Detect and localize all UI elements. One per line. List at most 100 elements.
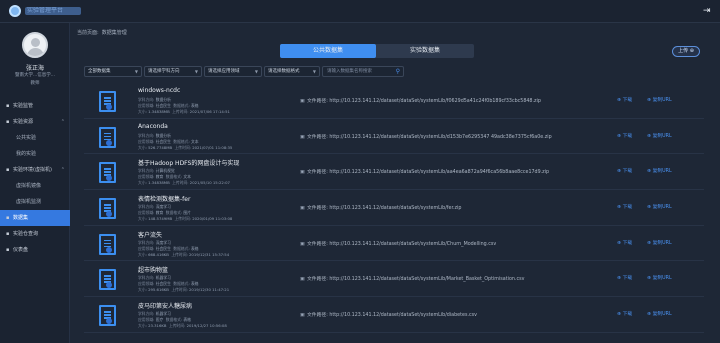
sidebar-item-3[interactable]: 我的实验	[0, 146, 70, 162]
dataset-path: ▣ 文件路径: http://10.123.141.12/dataset/data…	[300, 313, 477, 319]
image-icon: ▣	[300, 99, 305, 104]
dataset-file-icon	[96, 303, 120, 327]
database-icon: ▪	[6, 215, 10, 221]
domain-select[interactable]: 请选择应用领域 ▼	[204, 66, 262, 77]
sidebar-item-label: 我的实验	[16, 151, 37, 157]
dataset-path: ▣ 文件路径: http://10.123.141.12/dataset/data…	[300, 99, 541, 104]
dataset-path: ▣ 文件路径: http://10.123.141.12/dataset/data…	[300, 134, 552, 140]
download-button[interactable]: ⊕ 下载	[617, 274, 632, 281]
dataset-title[interactable]: 超市购物篮	[138, 265, 168, 274]
chevron-up-icon: ⌃	[60, 167, 65, 173]
copy-url-button[interactable]: ⊕ 复制URL	[647, 239, 672, 246]
dataset-title[interactable]: windows-ncdc	[138, 87, 180, 94]
download-button[interactable]: ⊕ 下载	[617, 203, 632, 210]
dataset-path: ▣ 文件路径: http://10.123.141.12/dataset/data…	[300, 277, 525, 283]
domain-select-label: 请选择应用领域	[208, 69, 240, 74]
sidebar-item-8[interactable]: ▪ 实验仓查询	[0, 226, 70, 242]
dataset-size-time: 大小: 1.34838MB 上传时间: 2021/07/06 17:14:51	[138, 109, 230, 114]
image-icon: ▣	[300, 241, 305, 247]
search-icon[interactable]: ⚲	[396, 67, 400, 76]
copy-icon: ⊕	[647, 312, 652, 318]
download-button[interactable]: ⊕ 下载	[617, 239, 632, 246]
sidebar-item-2[interactable]: 公共实验	[0, 130, 70, 146]
copy-url-button[interactable]: ⊕ 复制URL	[647, 310, 672, 317]
search-icon: ▪	[6, 231, 10, 237]
image-icon: ▣	[300, 206, 305, 212]
copy-icon: ⊕	[647, 205, 652, 211]
copy-url-button[interactable]: ⊕ 复制URL	[647, 274, 672, 281]
user-role: 教师	[30, 81, 40, 86]
chevron-up-icon: ⌃	[60, 119, 65, 125]
sidebar-item-5[interactable]: 虚拟机镜像	[0, 178, 70, 194]
avatar[interactable]	[22, 32, 48, 58]
copy-icon: ⊕	[647, 276, 652, 282]
sidebar-item-7[interactable]: ▪ 数据集	[0, 210, 70, 226]
format-select-label: 请选择数据格式	[268, 69, 300, 74]
image-icon: ▣	[300, 313, 305, 319]
sidebar-item-4[interactable]: ▪ 实验环境(虚拟机) ⌃	[0, 162, 70, 178]
dataset-size-time: 大小: 668.416KB 上传时间: 2019/12/31 15:37:54	[138, 251, 230, 257]
copy-icon: ⊕	[647, 133, 652, 139]
book-icon: ▪	[6, 119, 10, 125]
dataset-title[interactable]: 基于Hadoop HDFS的网盘设计与实现	[138, 158, 239, 167]
image-icon: ▣	[300, 277, 305, 283]
dataset-file-icon	[96, 89, 120, 113]
sidebar-nav: ▪ 实验监管 ▪ 实验资源 ⌃ 公共实验 我的实验 ▪ 实验环境(虚拟机) ⌃ 虚拟机镜像 虚拟机监测…	[0, 98, 70, 258]
copy-url-button[interactable]: ⊕ 复制URL	[647, 96, 672, 103]
dataset-size-time: 大小: 295.616KB 上传时间: 2019/12/30 11:47:21	[138, 287, 230, 293]
dataset-row: windows-ncdc 学科方向: 数据分析 应用领域: 社会民生 数据格式: 表…	[84, 83, 704, 119]
dataset-row: 基于Hadoop HDFS的网盘设计与实现 学科方向: 计算机视觉 应用领域: 教育…	[84, 154, 704, 191]
dataset-file-icon	[96, 125, 120, 149]
sidebar-item-0[interactable]: ▪ 实验监管	[0, 98, 70, 114]
download-icon: ⊕	[617, 276, 622, 282]
upload-button[interactable]: 上传 ⊕	[672, 46, 700, 57]
sidebar-item-6[interactable]: 虚拟机监测	[0, 194, 70, 210]
subject-select-label: 请选择学科方向	[148, 69, 180, 74]
user-name: 张正海	[25, 65, 44, 72]
sidebar-item-9[interactable]: ▪ 仪表盘	[0, 242, 70, 258]
dataset-row: 皮马印第安人糖尿病 学科方向: 机器学习 应用领域: 医疗 数据格式: 表格 大小: …	[84, 297, 704, 333]
image-icon: ▣	[300, 170, 305, 176]
user-dept: 暨南大学...信息学...	[14, 73, 56, 78]
upload-label: 上传	[678, 48, 689, 54]
sidebar-item-label: 公共实验	[16, 135, 37, 141]
dataset-file-icon	[96, 267, 120, 291]
copy-url-button[interactable]: ⊕ 复制URL	[647, 167, 672, 174]
logout-icon[interactable]: ⇥	[703, 7, 712, 16]
dataset-size-time: 大小: 526.7748MB 上传时间: 2021/07/01 11:08:35	[138, 144, 233, 150]
dataset-tabs: 公共数据集 实验数据集	[280, 44, 474, 58]
dataset-size-time: 大小: 23.316KB 上传时间: 2019/12/27 10:56:08	[138, 323, 227, 329]
chevron-down-icon: ▼	[194, 69, 198, 74]
tab-experiment-datasets[interactable]: 实验数据集	[377, 44, 473, 58]
download-button[interactable]: ⊕ 下载	[617, 132, 632, 139]
upload-icon: ⊕	[689, 48, 694, 54]
search-input[interactable]: 请输入数据集名称搜索 ⚲	[322, 66, 404, 77]
tab-public-datasets[interactable]: 公共数据集	[280, 44, 376, 58]
sidebar-item-1[interactable]: ▪ 实验资源 ⌃	[0, 114, 70, 130]
subject-select[interactable]: 请选择学科方向 ▼	[144, 66, 202, 77]
dashboard-icon: ▪	[6, 247, 10, 253]
search-placeholder: 请输入数据集名称搜索	[327, 69, 372, 74]
breadcrumb-page[interactable]: 数据集管理	[102, 30, 127, 36]
dataset-title[interactable]: Anaconda	[138, 123, 168, 130]
download-button[interactable]: ⊕ 下载	[617, 310, 632, 317]
download-icon: ⊕	[617, 205, 622, 211]
brand-title: 实验管理平台	[25, 7, 81, 15]
sidebar-item-label: 实验资源	[13, 119, 34, 125]
dataset-size-time: 大小: 148.5749MB 上传时间: 2020/01/09 11:03:08	[138, 216, 233, 222]
dataset-title[interactable]: 皮马印第安人糖尿病	[138, 301, 192, 310]
sidebar-item-label: 实验仓查询	[13, 231, 39, 237]
dataset-title[interactable]: 客户流失	[138, 230, 162, 239]
sidebar-item-label: 实验环境(虚拟机)	[13, 167, 52, 173]
copy-url-button[interactable]: ⊕ 复制URL	[647, 132, 672, 139]
copy-url-button[interactable]: ⊕ 复制URL	[647, 203, 672, 210]
dataset-list: windows-ncdc 学科方向: 数据分析 应用领域: 社会民生 数据格式: 表…	[84, 83, 704, 333]
breadcrumb: 当前页面: 数据集管理	[77, 29, 130, 36]
download-button[interactable]: ⊕ 下载	[617, 167, 632, 174]
dataset-title[interactable]: 表情检测数据集-fer	[138, 194, 190, 203]
dataset-file-icon	[96, 196, 120, 220]
download-button[interactable]: ⊕ 下载	[617, 96, 632, 103]
all-datasets-select[interactable]: 全部数据集 ▼	[84, 66, 142, 77]
format-select[interactable]: 请选择数据格式 ▼	[264, 66, 320, 77]
copy-icon: ⊕	[647, 98, 652, 103]
